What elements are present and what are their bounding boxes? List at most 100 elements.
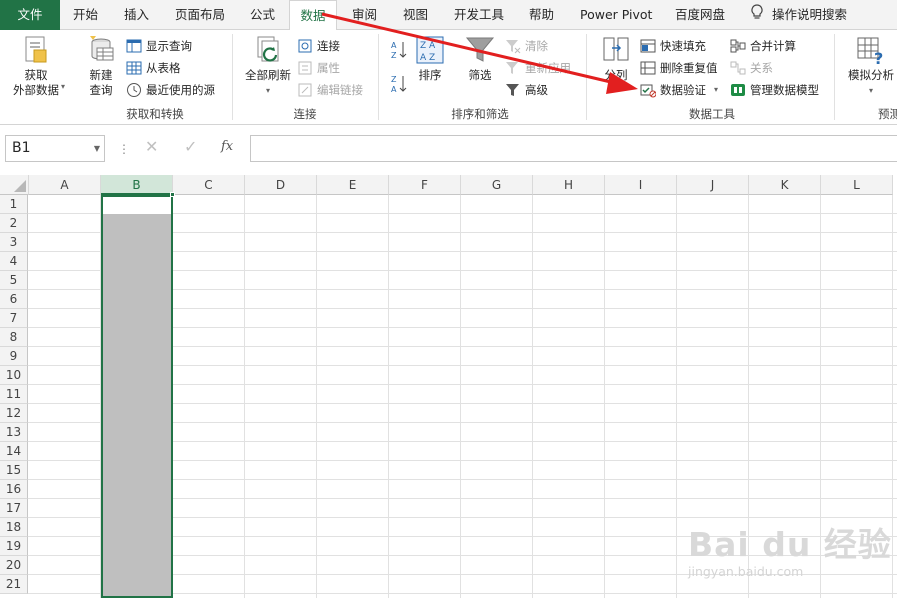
row-header-16[interactable]: 16 xyxy=(0,480,28,499)
svg-text:Z: Z xyxy=(391,75,397,84)
chevron-down-icon[interactable]: ▾ xyxy=(714,80,718,100)
tab-power-pivot[interactable]: Power Pivot xyxy=(580,0,652,30)
row-header-2[interactable]: 2 xyxy=(0,214,28,233)
row-header-8[interactable]: 8 xyxy=(0,328,28,347)
get-external-data-button[interactable]: 获取 外部数据 xyxy=(6,34,66,98)
column-header-d[interactable]: D xyxy=(245,175,317,195)
worksheet-grid[interactable]: ABCDEFGHIJKL 1 2 3 4 5 6 7 8 9 10 11 12 13 14 15 16 17 18… xyxy=(0,175,897,598)
tab-help[interactable]: 帮助 xyxy=(529,0,554,30)
text-to-columns-label: 分列 xyxy=(604,68,628,82)
tab-baidu-netdisk[interactable]: 百度网盘 xyxy=(675,0,725,30)
grid-column-line xyxy=(604,195,605,598)
row-header-12[interactable]: 12 xyxy=(0,404,28,423)
tab-view[interactable]: 视图 xyxy=(403,0,428,30)
row-header-17[interactable]: 17 xyxy=(0,499,28,518)
clear-filter-button[interactable]: 清除 xyxy=(505,36,548,56)
row-header-14[interactable]: 14 xyxy=(0,442,28,461)
cancel-icon[interactable]: ✕ xyxy=(145,137,158,156)
relationships-button[interactable]: 关系 xyxy=(730,58,773,78)
row-header-3[interactable]: 3 xyxy=(0,233,28,252)
grid-column-line xyxy=(892,195,893,598)
flash-fill-button[interactable]: 快速填充 xyxy=(640,36,706,56)
flash-fill-label: 快速填充 xyxy=(660,39,706,53)
fill-handle[interactable] xyxy=(170,192,175,197)
selected-column-b[interactable] xyxy=(101,195,173,598)
svg-text:A Z: A Z xyxy=(420,53,435,63)
row-header-4[interactable]: 4 xyxy=(0,252,28,271)
chevron-down-icon[interactable]: ▼ xyxy=(94,136,100,161)
row-header-5[interactable]: 5 xyxy=(0,271,28,290)
row-header-15[interactable]: 15 xyxy=(0,461,28,480)
row-header-7[interactable]: 7 xyxy=(0,309,28,328)
manage-data-model-button[interactable]: 管理数据模型 xyxy=(730,80,819,100)
column-header-b[interactable]: B xyxy=(101,175,173,195)
column-header-a[interactable]: A xyxy=(29,175,101,195)
grid-column-line xyxy=(820,195,821,598)
row-header-21[interactable]: 21 xyxy=(0,575,28,594)
column-header-i[interactable]: I xyxy=(605,175,677,195)
tab-developer[interactable]: 开发工具 xyxy=(454,0,504,30)
tab-formulas[interactable]: 公式 xyxy=(250,0,275,30)
refresh-all-button[interactable]: 全部刷新 ▾ xyxy=(240,34,296,98)
select-all-corner[interactable] xyxy=(0,175,29,195)
tab-review[interactable]: 审阅 xyxy=(352,0,377,30)
tab-insert[interactable]: 插入 xyxy=(124,0,149,30)
column-header-f[interactable]: F xyxy=(389,175,461,195)
show-queries-button[interactable]: 显示查询 xyxy=(126,36,192,56)
row-header-9[interactable]: 9 xyxy=(0,347,28,366)
grid-column-line xyxy=(748,195,749,598)
edit-links-icon xyxy=(298,83,312,97)
sort-label: 排序 xyxy=(418,68,442,82)
text-to-columns-button[interactable]: 分列 xyxy=(597,34,635,83)
advanced-filter-label: 高级 xyxy=(525,83,548,97)
sort-ascending-button[interactable]: AZ xyxy=(390,38,412,62)
tab-home[interactable]: 开始 xyxy=(73,0,98,30)
column-header-k[interactable]: K xyxy=(749,175,821,195)
sort-button[interactable]: Z A A Z 排序 xyxy=(412,34,448,83)
from-table-button[interactable]: 从表格 xyxy=(126,58,181,78)
tell-me-search[interactable]: 操作说明搜索 xyxy=(750,0,847,30)
row-header-18[interactable]: 18 xyxy=(0,518,28,537)
recent-sources-button[interactable]: 最近使用的源 xyxy=(126,80,215,100)
column-header-g[interactable]: G xyxy=(461,175,533,195)
column-header-c[interactable]: C xyxy=(173,175,245,195)
tab-file[interactable]: 文件 xyxy=(0,0,60,30)
consolidate-button[interactable]: 合并计算 xyxy=(730,36,796,56)
properties-button[interactable]: 属性 xyxy=(297,58,340,78)
grid-column-line xyxy=(388,195,389,598)
more-options-icon[interactable]: ⋮ xyxy=(118,139,130,159)
grid-column-line xyxy=(316,195,317,598)
new-query-button[interactable]: 新建 查询 xyxy=(78,34,124,98)
what-if-analysis-button[interactable]: ? 模拟分析 ▾ xyxy=(844,34,897,98)
row-header-1[interactable]: 1 xyxy=(0,195,28,214)
row-header-20[interactable]: 20 xyxy=(0,556,28,575)
advanced-filter-button[interactable]: 高级 xyxy=(505,80,548,100)
enter-check-icon[interactable]: ✓ xyxy=(184,137,197,156)
reapply-button[interactable]: 重新应用 xyxy=(505,58,571,78)
row-header-10[interactable]: 10 xyxy=(0,366,28,385)
connections-button[interactable]: 连接 xyxy=(297,36,340,56)
tab-page-layout[interactable]: 页面布局 xyxy=(175,0,225,30)
chevron-down-icon: ▾ xyxy=(868,86,873,95)
insert-function-icon[interactable]: fx xyxy=(221,139,233,154)
row-header-13[interactable]: 13 xyxy=(0,423,28,442)
row-header-6[interactable]: 6 xyxy=(0,290,28,309)
column-header-h[interactable]: H xyxy=(533,175,605,195)
row-header-11[interactable]: 11 xyxy=(0,385,28,404)
column-header-e[interactable]: E xyxy=(317,175,389,195)
data-validation-button[interactable]: 数据验证 ▾ xyxy=(640,80,718,100)
column-header-j[interactable]: J xyxy=(677,175,749,195)
active-cell-b1[interactable] xyxy=(101,195,173,214)
grid-column-line xyxy=(676,195,677,598)
remove-duplicates-button[interactable]: 删除重复值 xyxy=(640,58,718,78)
edit-links-button[interactable]: 编辑链接 xyxy=(297,80,363,100)
tab-data[interactable]: 数据 xyxy=(289,0,337,31)
group-label-get-transform: 获取和转换 xyxy=(126,107,184,121)
filter-button[interactable]: 筛选 xyxy=(462,34,498,83)
sort-descending-button[interactable]: ZA xyxy=(390,72,412,96)
name-box[interactable]: B1 ▼ xyxy=(5,135,105,162)
formula-input[interactable] xyxy=(250,135,897,162)
row-header-19[interactable]: 19 xyxy=(0,537,28,556)
column-header-l[interactable]: L xyxy=(821,175,893,195)
grid-column-line xyxy=(460,195,461,598)
